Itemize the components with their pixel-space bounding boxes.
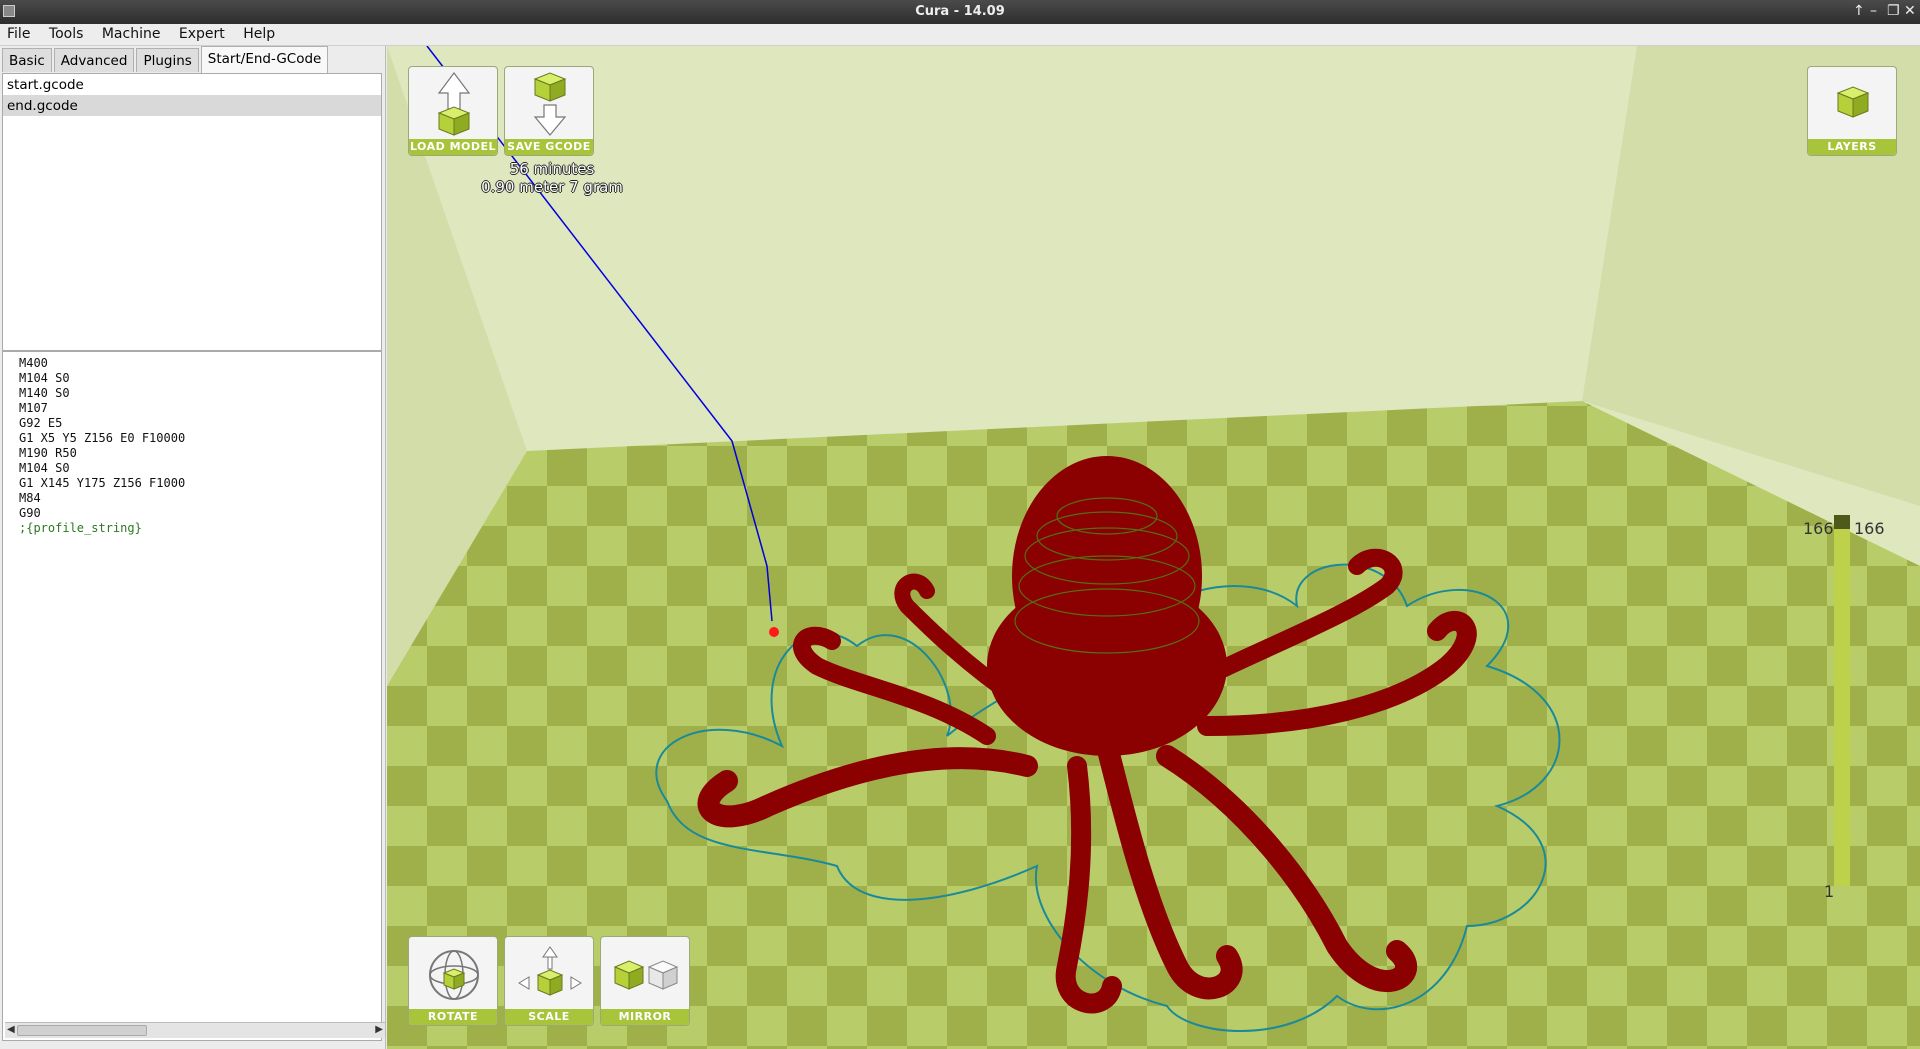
layers-icon — [1836, 86, 1870, 118]
code-line: G1 X5 Y5 Z156 E0 F10000 — [19, 431, 186, 445]
menu-expert[interactable]: Expert — [172, 24, 232, 44]
close-icon[interactable]: ✕ — [1904, 3, 1916, 19]
layers-view-button[interactable]: LAYERS — [1807, 66, 1897, 156]
code-line: G90 — [19, 506, 41, 520]
code-line: M190 R50 — [19, 446, 77, 460]
tab-start-end-gcode[interactable]: Start/End-GCode — [200, 46, 329, 74]
code-line: M84 — [19, 491, 41, 505]
nozzle-marker — [769, 627, 779, 637]
layer-current-right: 166 — [1854, 519, 1885, 538]
file-start-gcode[interactable]: start.gcode — [3, 74, 381, 95]
maximize-icon[interactable]: ❐ — [1887, 3, 1900, 19]
horizontal-scrollbar[interactable]: ◀ ▶ — [5, 1022, 385, 1038]
load-model-icon — [437, 72, 471, 136]
menu-tools[interactable]: Tools — [42, 24, 91, 44]
settings-panel: Basic Advanced Plugins Start/End-GCode s… — [0, 46, 386, 1049]
save-gcode-icon — [533, 72, 567, 136]
code-line: M400 — [19, 356, 48, 370]
gcode-file-list: start.gcode end.gcode — [2, 73, 382, 351]
menu-help[interactable]: Help — [236, 24, 282, 44]
rotate-button[interactable]: ROTATE — [408, 936, 498, 1026]
code-line-comment: ;{profile_string} — [19, 521, 142, 535]
mirror-button[interactable]: MIRROR — [600, 936, 690, 1026]
scroll-left-icon[interactable]: ◀ — [7, 1024, 15, 1035]
scrollbar-thumb[interactable] — [17, 1025, 147, 1036]
rotate-icon — [429, 950, 479, 1000]
menu-machine[interactable]: Machine — [95, 24, 168, 44]
octopus-head — [1012, 456, 1202, 696]
minimize-icon[interactable]: – — [1870, 3, 1877, 19]
code-line: M140 S0 — [19, 386, 70, 400]
code-line: G92 E5 — [19, 416, 63, 430]
code-line: G1 X145 Y175 Z156 F1000 — [19, 476, 186, 490]
print-time: 56 minutes — [509, 160, 595, 178]
scroll-right-icon[interactable]: ▶ — [375, 1024, 383, 1035]
layers-label: LAYERS — [1808, 139, 1896, 155]
3d-viewport[interactable]: LOAD MODEL SAVE GCODE 56 minutes 0.90 me… — [387, 46, 1920, 1049]
code-line: M104 S0 — [19, 371, 70, 385]
file-end-gcode[interactable]: end.gcode — [3, 95, 381, 116]
shade-icon[interactable]: ↑ — [1853, 3, 1865, 19]
tab-basic[interactable]: Basic — [2, 48, 52, 72]
settings-tabs: Basic Advanced Plugins Start/End-GCode — [2, 46, 330, 74]
scale-icon — [518, 946, 582, 996]
rotate-label: ROTATE — [409, 1009, 497, 1025]
scale-button[interactable]: SCALE — [504, 936, 594, 1026]
print-material: 0.90 meter 7 gram — [481, 178, 623, 196]
tab-plugins[interactable]: Plugins — [136, 48, 199, 72]
layer-current-left: 166 — [1803, 519, 1834, 538]
title-bar: Cura - 14.09 ↑ – ❐ ✕ — [0, 0, 1920, 24]
menu-file[interactable]: File — [0, 24, 37, 44]
scene-svg — [387, 46, 1920, 1049]
save-gcode-button[interactable]: SAVE GCODE — [504, 66, 594, 156]
layer-min: 1 — [1824, 882, 1835, 901]
save-gcode-label: SAVE GCODE — [505, 139, 593, 155]
code-line: M107 — [19, 401, 48, 415]
layer-slider-handle[interactable] — [1834, 515, 1850, 529]
mirror-icon — [613, 960, 679, 990]
layer-slider-track[interactable] — [1834, 516, 1850, 886]
load-model-label: LOAD MODEL — [409, 139, 497, 155]
load-model-button[interactable]: LOAD MODEL — [408, 66, 498, 156]
scale-label: SCALE — [505, 1009, 593, 1025]
mirror-label: MIRROR — [601, 1009, 689, 1025]
gcode-editor[interactable]: M400 M104 S0 M140 S0 M107 G92 E5 G1 X5 Y… — [2, 351, 385, 1041]
menu-bar: File Tools Machine Expert Help — [0, 24, 1920, 46]
code-line: M104 S0 — [19, 461, 70, 475]
window-title: Cura - 14.09 — [915, 4, 1005, 19]
tab-advanced[interactable]: Advanced — [53, 48, 135, 72]
